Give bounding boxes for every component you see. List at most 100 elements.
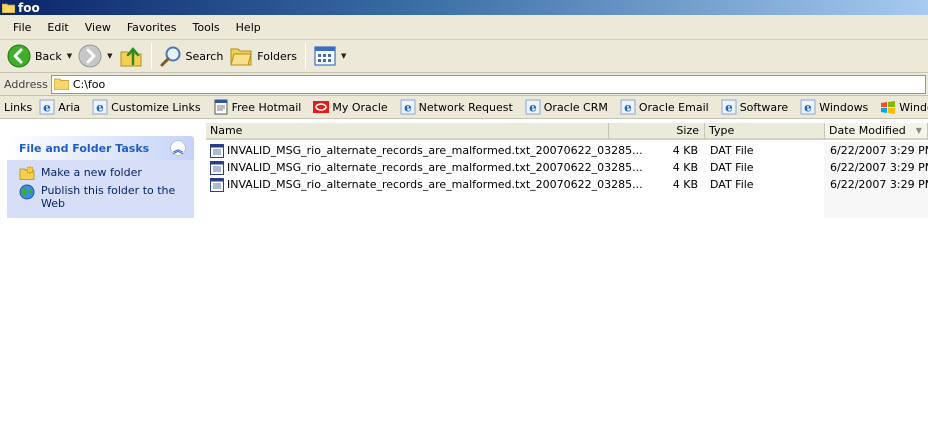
- column-header-date-modified[interactable]: Date Modified ▼: [825, 123, 928, 140]
- sort-descending-icon: ▼: [915, 126, 922, 135]
- menu-tools[interactable]: Tools: [185, 21, 228, 34]
- forward-button[interactable]: ▼: [75, 42, 115, 70]
- folders-icon: [230, 48, 252, 66]
- link-free-hotmail[interactable]: Free Hotmail: [213, 99, 301, 115]
- task-make-new-folder[interactable]: Make a new folder: [19, 166, 186, 180]
- menu-view[interactable]: View: [77, 21, 119, 34]
- link-label: Network Request: [418, 100, 513, 114]
- links-bar: Links e Aria e Customize Links Free Hotm…: [0, 96, 928, 119]
- back-arrow-icon: [7, 44, 31, 68]
- link-windows[interactable]: e Windows: [800, 99, 868, 115]
- file-name-cell[interactable]: INVALID_MSG_rio_alternate_records_are_ma…: [210, 160, 643, 175]
- file-date: 6/22/2007 3:29 PM: [830, 144, 928, 157]
- svg-text:e: e: [404, 101, 412, 115]
- table-row[interactable]: INVALID_MSG_rio_alternate_records_are_ma…: [206, 176, 928, 193]
- ie-page-icon: e: [400, 99, 416, 115]
- column-label: Size: [676, 124, 699, 137]
- svg-text:e: e: [43, 101, 51, 115]
- up-folder-button[interactable]: [116, 42, 146, 70]
- svg-text:e: e: [529, 101, 537, 115]
- link-network-request[interactable]: e Network Request: [400, 99, 513, 115]
- new-folder-icon: [19, 166, 35, 180]
- column-label: Name: [210, 124, 243, 137]
- link-software[interactable]: e Software: [721, 99, 789, 115]
- menu-bar: File Edit View Favorites Tools Help: [0, 15, 928, 40]
- column-label: Type: [709, 124, 735, 137]
- collapse-chevron-icon[interactable]: ︽: [170, 140, 186, 156]
- address-value: C:\foo: [72, 77, 106, 91]
- forward-arrow-icon: [78, 44, 102, 68]
- dat-file-icon: [210, 143, 224, 158]
- folders-label: Folders: [257, 49, 298, 63]
- links-label: Links: [4, 100, 33, 114]
- search-label: Search: [185, 49, 224, 63]
- window-title: foo: [18, 0, 40, 15]
- ie-page-icon: e: [721, 99, 737, 115]
- link-label: Oracle Email: [638, 100, 709, 114]
- svg-text:e: e: [725, 101, 733, 115]
- menu-file[interactable]: File: [5, 21, 39, 34]
- column-header-type[interactable]: Type: [705, 123, 825, 140]
- views-button[interactable]: ▼: [311, 42, 349, 70]
- menu-edit[interactable]: Edit: [39, 21, 76, 34]
- dat-file-icon: [210, 160, 224, 175]
- tasks-title: File and Folder Tasks: [19, 141, 150, 155]
- search-button[interactable]: Search: [157, 42, 227, 70]
- link-oracle-crm[interactable]: e Oracle CRM: [525, 99, 608, 115]
- address-input[interactable]: C:\foo: [50, 74, 926, 94]
- column-header-name[interactable]: Name: [206, 123, 609, 140]
- link-windows-marketplace[interactable]: Windows Marketplace: [880, 99, 928, 115]
- task-label: Publish this folder to the Web: [41, 184, 176, 210]
- tasks-header[interactable]: File and Folder Tasks ︽: [7, 136, 194, 160]
- file-list: Name Size Type Date Modified ▼ INVALID_M…: [206, 119, 928, 437]
- ie-page-icon: e: [800, 99, 816, 115]
- toolbar-separator: [150, 43, 152, 69]
- menu-favorites[interactable]: Favorites: [119, 21, 185, 34]
- table-row[interactable]: INVALID_MSG_rio_alternate_records_are_ma…: [206, 142, 928, 159]
- link-label: Software: [739, 100, 789, 114]
- address-label: Address: [4, 77, 48, 91]
- title-bar[interactable]: foo: [0, 0, 928, 15]
- link-label: Oracle CRM: [543, 100, 608, 114]
- task-publish-folder[interactable]: Publish this folder to the Web: [19, 184, 186, 210]
- table-row[interactable]: INVALID_MSG_rio_alternate_records_are_ma…: [206, 159, 928, 176]
- link-oracle-email[interactable]: e Oracle Email: [620, 99, 709, 115]
- file-name: INVALID_MSG_rio_alternate_records_are_ma…: [227, 144, 643, 157]
- windows-flag-icon: [881, 101, 896, 114]
- dat-file-icon: [210, 177, 224, 192]
- folders-button[interactable]: Folders: [226, 42, 300, 70]
- file-name: INVALID_MSG_rio_alternate_records_are_ma…: [227, 178, 643, 191]
- back-dropdown-icon[interactable]: ▼: [67, 52, 72, 60]
- forward-dropdown-icon[interactable]: ▼: [107, 52, 112, 60]
- link-customize-links[interactable]: e Customize Links: [92, 99, 201, 115]
- file-type: DAT File: [710, 178, 754, 191]
- views-dropdown-icon[interactable]: ▼: [341, 52, 346, 60]
- folder-icon: [53, 78, 69, 90]
- link-label: Customize Links: [111, 100, 201, 114]
- file-date: 6/22/2007 3:29 PM: [830, 178, 928, 191]
- folder-icon: [2, 3, 15, 13]
- ie-page-icon: e: [620, 99, 636, 115]
- file-size: 4 KB: [672, 144, 698, 157]
- ie-page-icon: e: [92, 99, 108, 115]
- file-name-cell[interactable]: INVALID_MSG_rio_alternate_records_are_ma…: [210, 177, 643, 192]
- svg-text:e: e: [624, 101, 632, 115]
- task-pane: File and Folder Tasks ︽ Make a new folde…: [0, 119, 206, 437]
- link-my-oracle[interactable]: My Oracle: [313, 99, 388, 115]
- web-page-icon: [214, 99, 228, 115]
- oracle-icon: [313, 101, 330, 113]
- link-aria[interactable]: e Aria: [39, 99, 80, 115]
- link-label: Windows: [819, 100, 869, 114]
- file-name-cell[interactable]: INVALID_MSG_rio_alternate_records_are_ma…: [210, 143, 643, 158]
- back-label: Back: [35, 49, 62, 63]
- back-button[interactable]: Back ▼: [4, 42, 75, 70]
- link-label: Windows Marketplace: [899, 100, 928, 114]
- svg-text:e: e: [96, 101, 104, 115]
- link-label: Aria: [58, 100, 81, 114]
- column-header-size[interactable]: Size: [609, 123, 705, 140]
- standard-toolbar: Back ▼ ▼ Search Folders ▼: [0, 40, 928, 73]
- menu-help[interactable]: Help: [228, 21, 269, 34]
- file-date: 6/22/2007 3:29 PM: [830, 161, 928, 174]
- file-name: INVALID_MSG_rio_alternate_records_are_ma…: [227, 161, 643, 174]
- task-label: Make a new folder: [41, 166, 142, 179]
